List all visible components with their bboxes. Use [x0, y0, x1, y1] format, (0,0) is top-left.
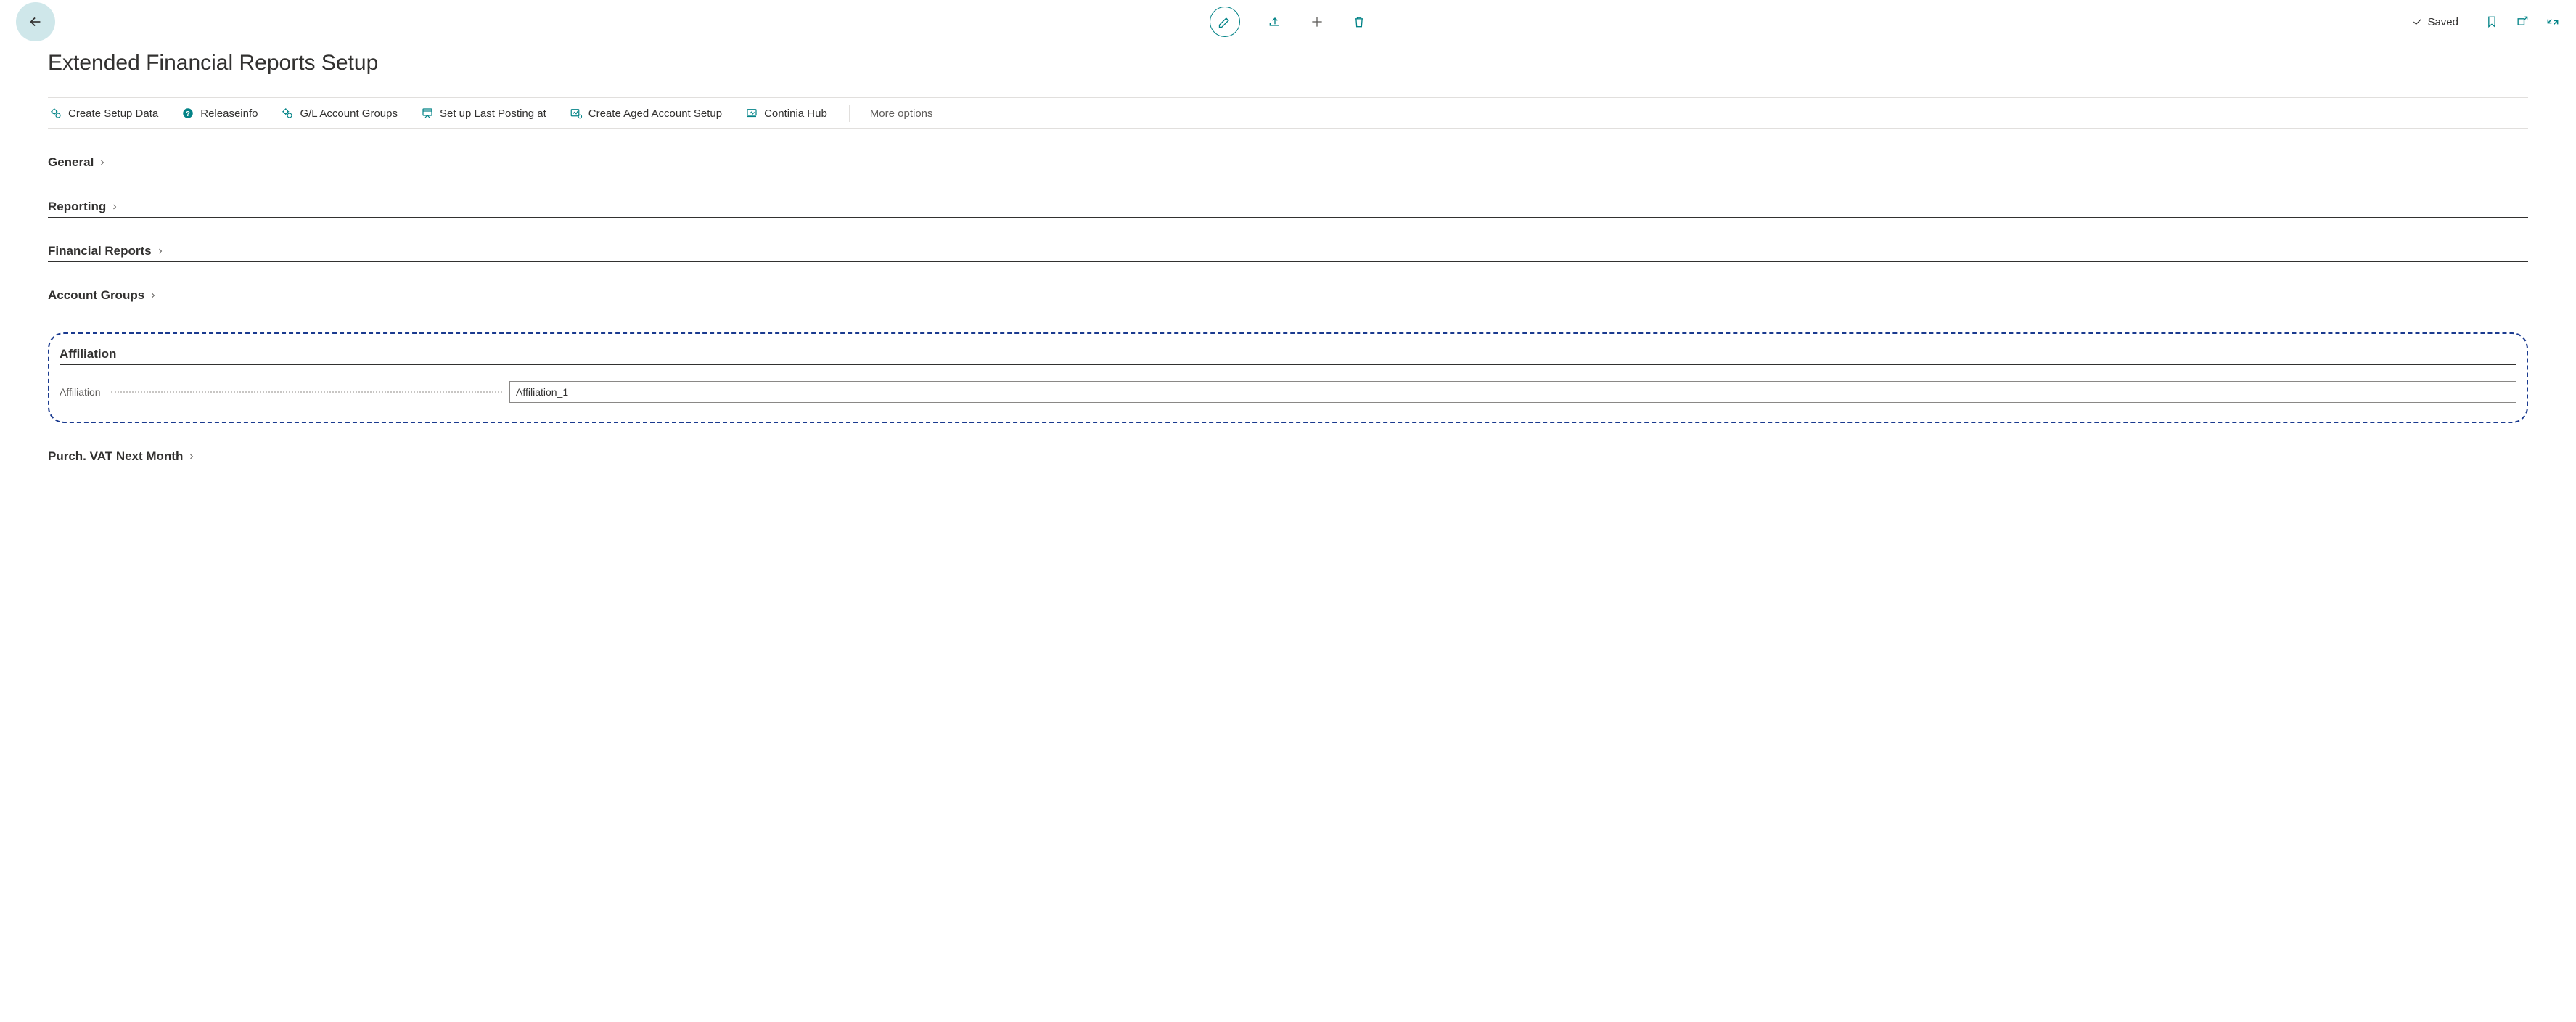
bookmark-icon [2485, 15, 2499, 29]
collapse-button[interactable] [2546, 15, 2560, 29]
more-options[interactable]: More options [870, 107, 933, 120]
chevron-right-icon [98, 158, 107, 167]
plus-icon [1310, 15, 1324, 29]
edit-button[interactable] [1210, 7, 1240, 37]
delete-button[interactable] [1352, 15, 1366, 29]
chart-icon [570, 107, 583, 120]
section-general[interactable]: General [48, 155, 2528, 173]
section-reporting[interactable]: Reporting [48, 200, 2528, 218]
chevron-right-icon [156, 247, 165, 256]
share-icon [1268, 15, 1282, 29]
chevron-right-icon [187, 452, 196, 461]
action-continia-hub[interactable]: Continia Hub [744, 104, 829, 123]
gear-icon [49, 107, 62, 120]
trash-icon [1352, 15, 1366, 29]
action-set-up-last-posting[interactable]: Set up Last Posting at [419, 104, 548, 123]
page-title: Extended Financial Reports Setup [48, 51, 2528, 75]
new-button[interactable] [1310, 15, 1324, 29]
back-button[interactable] [16, 2, 55, 41]
check-icon [2411, 16, 2423, 28]
pencil-icon [1218, 15, 1232, 29]
affiliation-input[interactable] [509, 381, 2516, 403]
action-bar: Create Setup Data ? Releaseinfo G/L Acco… [48, 97, 2528, 129]
separator [849, 105, 850, 122]
arrow-left-icon [28, 14, 44, 30]
popout-icon [2515, 15, 2530, 29]
share-button[interactable] [1268, 15, 1282, 29]
collapse-icon [2546, 15, 2560, 29]
popout-button[interactable] [2515, 15, 2530, 29]
action-create-setup-data[interactable]: Create Setup Data [48, 104, 160, 123]
section-financial-reports[interactable]: Financial Reports [48, 244, 2528, 262]
dots-filler [111, 391, 502, 393]
section-purch-vat[interactable]: Purch. VAT Next Month [48, 449, 2528, 467]
saved-indicator: Saved [2411, 16, 2458, 28]
saved-label: Saved [2427, 16, 2458, 28]
section-account-groups[interactable]: Account Groups [48, 288, 2528, 306]
affiliation-highlight: Affiliation Affiliation [48, 332, 2528, 423]
action-create-aged-account[interactable]: Create Aged Account Setup [568, 104, 723, 123]
svg-text:?: ? [186, 110, 190, 118]
action-releaseinfo[interactable]: ? Releaseinfo [180, 104, 259, 123]
bookmark-button[interactable] [2485, 15, 2499, 29]
gear-icon [281, 107, 294, 120]
action-gl-account-groups[interactable]: G/L Account Groups [279, 104, 399, 123]
ledger-icon [421, 107, 434, 120]
field-row-affiliation: Affiliation [60, 381, 2516, 403]
chevron-right-icon [149, 291, 157, 300]
hub-icon [745, 107, 758, 120]
affiliation-label: Affiliation [60, 386, 108, 398]
info-icon: ? [181, 107, 194, 120]
section-affiliation[interactable]: Affiliation [60, 347, 2516, 365]
chevron-right-icon [110, 203, 119, 211]
